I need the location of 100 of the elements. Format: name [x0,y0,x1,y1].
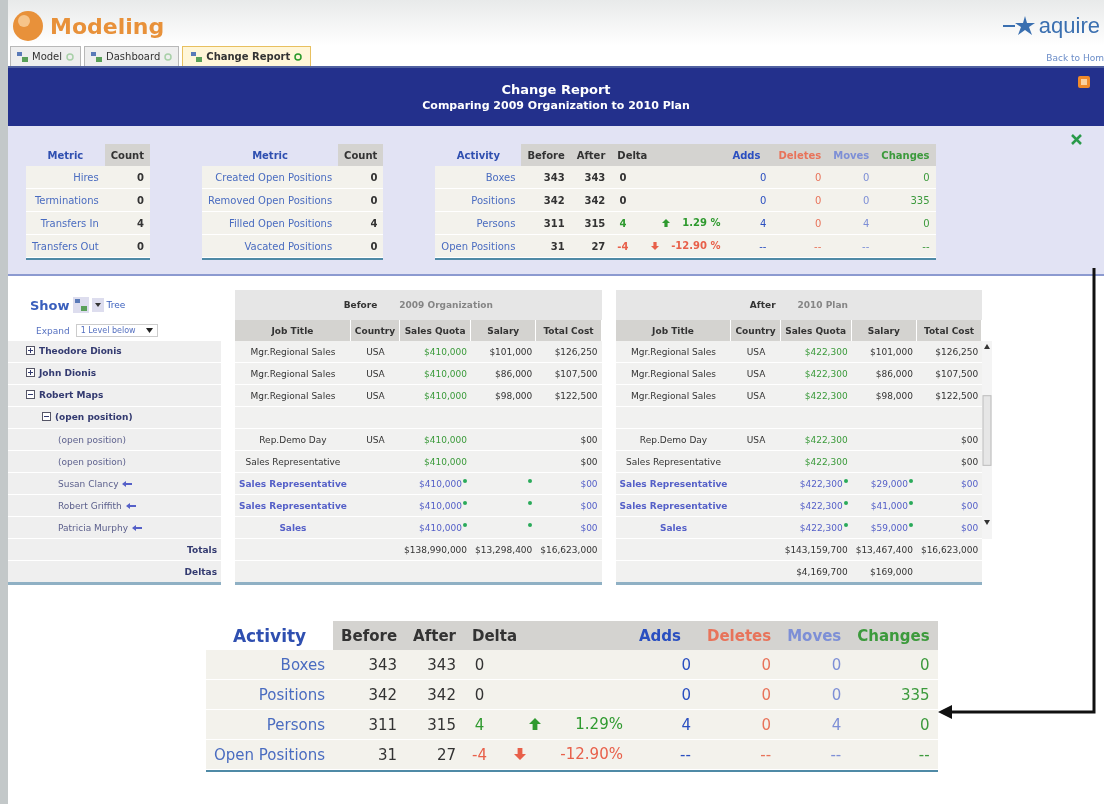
expand-icon[interactable] [26,346,35,356]
tab-icon [191,51,203,62]
tree-item[interactable]: Robert Griffith [58,500,122,511]
column-header: Delta [463,621,631,650]
spreadsheet-icon[interactable] [1071,134,1082,145]
table-cell: 4 [827,212,876,235]
refresh-icon[interactable] [294,52,303,61]
row-label: Boxes [435,166,522,189]
table-cell: $422,300 [780,363,852,385]
table-cell: 0 [849,650,938,680]
column-header: Count [104,144,150,166]
tree-item[interactable]: Patricia Murphy [58,522,128,533]
table-cell: 0 [779,650,850,680]
collapse-icon[interactable] [26,390,35,400]
table-cell: $410,000 [400,385,472,407]
table-cell: 0 [772,166,828,189]
report-subtitle: Comparing 2009 Organization to 2010 Plan [421,99,691,112]
column-header: Salary [851,320,917,341]
tree-item[interactable]: (open position) [58,434,126,445]
table-cell: 343 [405,650,464,680]
column-header: Sales Quota [780,320,852,341]
tree-item[interactable]: (open position) [55,411,133,422]
table-cell: -4 [611,235,635,258]
table-cell: 0 [779,680,850,710]
row-label: Terminations [26,189,105,212]
row-label: Boxes [206,650,334,680]
row-label: Deltas [8,561,221,585]
row-label: Transfers In [26,212,105,235]
table-cell: 315 [405,710,464,740]
dropdown-icon[interactable] [91,298,104,312]
table-cell: $422,300 [780,517,852,539]
row-label: Positions [206,680,334,710]
table-cell: $143,159,700 [780,539,852,561]
tree-view-icon[interactable] [72,297,89,313]
table-cell: Sales Representative [235,451,351,473]
column-header: Delta [611,144,727,166]
column-header: Deletes [772,144,828,166]
table-cell: $422,300 [780,495,852,517]
table-cell: 0 [875,166,936,189]
column-header: Changes [875,144,936,166]
back-link[interactable]: Back to Hom [1046,53,1104,66]
table-cell: 0 [338,235,384,258]
table-cell: Mgr.Regional Sales [235,385,351,407]
expand-select[interactable]: 1 Level below [75,324,158,337]
column-header: Total Cost [536,320,602,341]
tree-item[interactable]: Robert Maps [39,389,104,400]
column-header: After [570,144,612,166]
row-label: Created Open Positions [201,166,339,189]
table-cell: 4 [338,212,384,235]
table-cell: 0 [849,710,938,740]
column-header: Changes [849,621,938,650]
table-cell: Rep.Demo Day [615,429,732,451]
tree-item[interactable]: Susan Clancy [58,478,119,489]
table-cell: Rep.Demo Day [235,429,351,451]
column-header: Deletes [698,621,780,650]
table-cell: $101,000 [471,341,537,363]
table-cell: $98,000 [471,385,537,407]
table-cell: 0 [698,650,780,680]
activity-heading: Activity [455,148,501,163]
tree-item[interactable]: Theodore Dionis [39,345,122,356]
expand-icon[interactable] [26,368,35,378]
table-cell: USA [731,363,781,385]
percent-change: -12.90 % [671,240,721,252]
tab[interactable]: Dashboard [84,46,180,66]
table-cell: $422,300 [780,341,852,363]
tab[interactable]: Change Report [182,46,312,66]
row-label: Persons [206,710,334,740]
table-cell: 342 [405,680,464,710]
column-header: Country [731,320,781,341]
tree-item[interactable]: John Dionis [39,367,97,378]
row-label: Vacated Positions [201,235,339,258]
tree-item[interactable]: (open position) [58,456,126,467]
collapse-icon[interactable] [42,412,51,422]
table-cell: 311 [521,212,571,235]
table-cell: 335 [875,189,936,212]
table-cell: USA [350,385,401,407]
table-cell: $410,000 [400,451,472,473]
table-cell: -- [726,235,773,258]
export-icon[interactable] [1078,76,1090,88]
table-cell: 31 [333,740,406,770]
table-cell: $86,000 [471,363,537,385]
column-header: Metric [46,148,85,163]
table-cell: 342 [333,680,406,710]
table-cell: 0 [630,680,699,710]
column-header: Sales Quota [400,320,472,341]
table-cell: Sales Representative [235,495,351,517]
table-cell: $16,623,000 [916,539,983,561]
table-cell: $410,000 [400,495,472,517]
table-cell: Sales Representative [615,495,732,517]
table-cell: $00 [916,495,983,517]
row-label: Persons [435,212,522,235]
table-cell: 0 [611,166,635,189]
table-cell: USA [731,385,781,407]
table-cell: USA [350,429,401,451]
view-mode-link[interactable]: Tree [106,300,126,310]
tab[interactable]: Model [10,46,82,66]
row-label: Removed Open Positions [201,189,339,212]
column-header: Total Cost [916,320,983,341]
table-cell: Mgr.Regional Sales [235,341,351,363]
table-cell: $98,000 [851,385,917,407]
